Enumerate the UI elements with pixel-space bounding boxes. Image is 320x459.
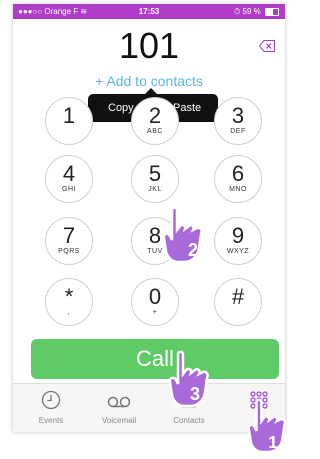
- voicemail-icon: [107, 396, 131, 408]
- key-7[interactable]: 7 PQRS: [45, 217, 93, 265]
- tab-voicemail[interactable]: Voicemail: [85, 390, 153, 425]
- alarm-icon: ⏱: [234, 7, 241, 16]
- clock-icon: [41, 390, 61, 410]
- step-number-2: 2: [188, 240, 198, 260]
- phone-screen: ●●●○○ Orange F ≋ 17:53 ⏱ 59 % 101 + Add …: [13, 4, 285, 432]
- key-1[interactable]: 1: [45, 97, 93, 145]
- popup-arrow: [145, 88, 157, 94]
- tab-events[interactable]: Events: [17, 390, 85, 425]
- key-4[interactable]: 4 GHI: [45, 155, 93, 203]
- tap-hand-1-icon: 1: [247, 398, 287, 454]
- key-9[interactable]: 9 WXYZ: [214, 217, 262, 265]
- battery-icon: [265, 7, 279, 16]
- key-star[interactable]: *,: [45, 278, 93, 326]
- delete-icon[interactable]: [259, 40, 275, 52]
- copy-button[interactable]: Copy: [108, 102, 134, 114]
- step-number-1: 1: [268, 432, 278, 452]
- battery-status: ⏱ 59 %: [234, 7, 279, 17]
- key-0[interactable]: 0 +: [131, 278, 179, 326]
- key-2[interactable]: 2 ABC: [131, 97, 179, 145]
- key-6[interactable]: 6 MNO: [214, 155, 262, 203]
- add-to-contacts-link[interactable]: + Add to contacts: [13, 73, 285, 89]
- dialed-number[interactable]: 101: [13, 25, 285, 67]
- call-button[interactable]: Call: [31, 339, 279, 379]
- step-number-3: 3: [190, 384, 200, 404]
- status-bar: ●●●○○ Orange F ≋ 17:53 ⏱ 59 %: [13, 4, 285, 19]
- tap-hand-3-icon: 3: [168, 350, 209, 408]
- key-5[interactable]: 5 JKL: [131, 155, 179, 203]
- key-3[interactable]: 3 DEF: [214, 97, 262, 145]
- key-hash[interactable]: #: [214, 278, 262, 326]
- tap-hand-2-icon: 2: [162, 206, 203, 264]
